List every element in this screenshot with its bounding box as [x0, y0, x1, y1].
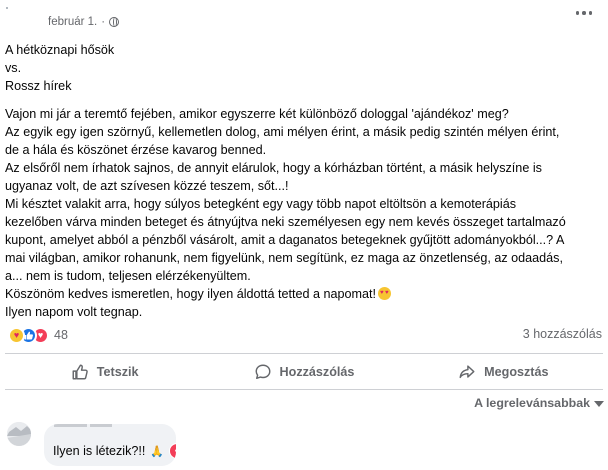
- post-line: Ilyen napom volt tegnap.: [5, 305, 143, 319]
- post-body: A hétköznapi hősök vs. Rossz hírek Vajon…: [5, 41, 605, 321]
- divider: [5, 353, 603, 354]
- post-line: Mi késztet valakit arra, hogy súlyos bet…: [5, 197, 517, 211]
- post-line: Az egyik egy igen szörnyű, kellemetlen d…: [5, 125, 560, 139]
- reaction-count[interactable]: 48: [54, 328, 68, 342]
- divider: [5, 389, 603, 390]
- post-line: A hétköznapi hősök: [5, 43, 115, 57]
- comment-button[interactable]: Hozzászólás: [204, 357, 403, 387]
- chevron-down-icon: [594, 401, 604, 407]
- post-line: de a hála és köszönet érzése kavarog ben…: [5, 143, 267, 157]
- author-avatar-fragment[interactable]: [6, 6, 12, 14]
- post-line: mai világban, amikor rohanunk, nem figye…: [5, 251, 563, 265]
- folded-hands-emoji: 🙏: [150, 445, 165, 458]
- comment-bubble-icon: [255, 364, 271, 380]
- heart-eyes-emoji: [378, 287, 392, 300]
- post-line: a... nem is tudom, teljesen elérzékenyül…: [5, 269, 251, 283]
- sort-label: A legrelevánsabbak: [474, 396, 590, 410]
- share-label: Megosztás: [484, 365, 549, 379]
- post-line: kezelőben várva minden beteget és átnyúj…: [5, 215, 566, 229]
- comment-sort-dropdown[interactable]: A legrelevánsabbak: [474, 396, 604, 410]
- comment-bubble: ▬▬▬ ▬▬ Ilyen is létezik?!! 🙏 ♥: [44, 424, 176, 466]
- post-line: Az elsőről nem írhatok sajnos, de annyit…: [5, 161, 542, 175]
- commenter-name-fragment[interactable]: ▬▬▬ ▬▬: [54, 424, 112, 430]
- comment-text: Ilyen is létezik?!! 🙏 ♥: [53, 443, 176, 459]
- post-line: vs.: [5, 61, 22, 75]
- comment-label: Hozzászólás: [279, 365, 355, 379]
- share-arrow-icon: [459, 365, 475, 379]
- commenter-avatar[interactable]: [7, 422, 31, 446]
- post-line: Vajon mi jár a teremtő fejében, amikor e…: [5, 107, 509, 121]
- love-reaction-icon[interactable]: ♥: [169, 443, 176, 459]
- post-line: Köszönöm kedves ismeretlen, hogy ilyen á…: [5, 285, 605, 303]
- like-label: Tetszik: [96, 365, 139, 379]
- post-date[interactable]: február 1.: [48, 16, 97, 28]
- post-line: Rossz hírek: [5, 79, 72, 93]
- post-line: ugyanaz volt, de azt szívesen közzé tesz…: [5, 179, 289, 193]
- like-button[interactable]: Tetszik: [5, 357, 204, 387]
- globe-icon[interactable]: [109, 17, 120, 27]
- post-header: február 1. ·: [0, 0, 608, 30]
- thumbs-up-icon: [72, 364, 88, 380]
- more-options-icon[interactable]: [574, 6, 594, 20]
- post-action-bar: Tetszik Hozzászólás Megosztás: [5, 357, 603, 387]
- comment-count-link[interactable]: 3 hozzászólás: [523, 327, 602, 341]
- post-line: kupont, amelyet abból a pénzből vásárolt…: [5, 233, 565, 247]
- share-button[interactable]: Megosztás: [404, 357, 603, 387]
- post-meta: február 1. ·: [48, 16, 120, 28]
- reaction-summary[interactable]: ♥ ♥ 48: [8, 325, 68, 345]
- care-reaction-icon: ♥: [8, 326, 25, 344]
